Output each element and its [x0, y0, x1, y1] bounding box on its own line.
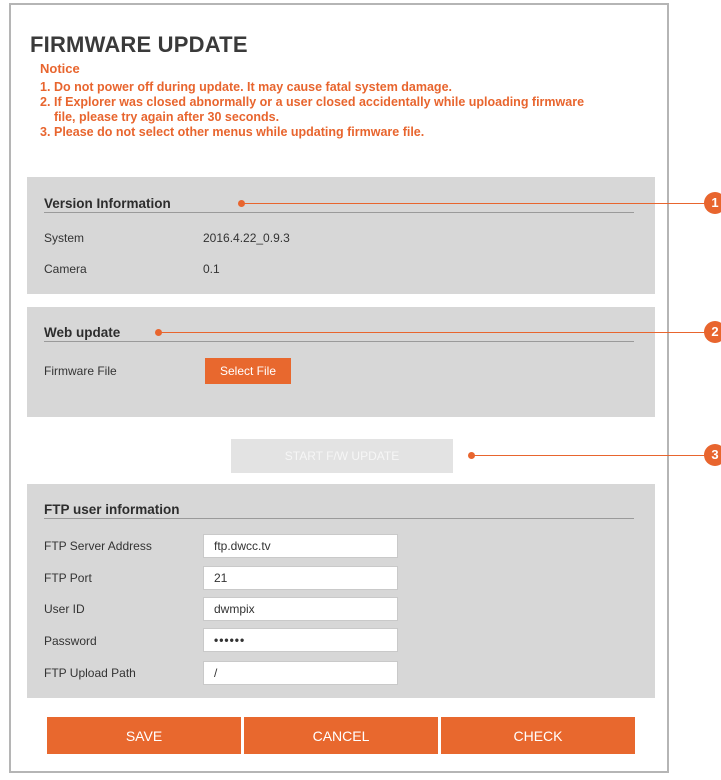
- start-fw-update-button[interactable]: START F/W UPDATE: [231, 439, 453, 473]
- ftp-port-label: FTP Port: [44, 571, 92, 585]
- section-divider: [44, 518, 634, 519]
- password-label: Password: [44, 634, 97, 648]
- page-title: FIRMWARE UPDATE: [30, 32, 248, 57]
- ftp-upload-path-label: FTP Upload Path: [44, 666, 136, 680]
- notice-item-text: Please do not select other menus while u…: [54, 125, 425, 139]
- user-id-input[interactable]: dwmpix: [203, 597, 398, 621]
- ftp-upload-path-input[interactable]: /: [203, 661, 398, 685]
- version-info-panel: [27, 177, 655, 294]
- user-id-label: User ID: [44, 602, 85, 616]
- camera-version-value: 0.1: [203, 262, 220, 276]
- select-file-button[interactable]: Select File: [205, 358, 291, 384]
- notice-item-text: Do not power off during update. It may c…: [54, 80, 452, 94]
- callout-line: [474, 455, 710, 456]
- cancel-button[interactable]: CANCEL: [244, 717, 438, 754]
- web-update-panel: [27, 307, 655, 417]
- version-info-title: Version Information: [44, 196, 171, 211]
- callout-line: [161, 332, 710, 333]
- firmware-file-label: Firmware File: [44, 364, 117, 378]
- section-divider: [44, 212, 634, 213]
- notice-title: Notice: [40, 61, 80, 76]
- camera-version-label: Camera: [44, 262, 87, 276]
- notice-item: 1. Do not power off during update. It ma…: [40, 80, 600, 95]
- section-divider: [44, 341, 634, 342]
- notice-item-number: 2.: [40, 95, 51, 109]
- password-input[interactable]: ••••••: [203, 628, 398, 652]
- notice-item: 3. Please do not select other menus whil…: [40, 125, 600, 140]
- notice-item-text: If Explorer was closed abnormally or a u…: [54, 95, 585, 124]
- notice-item-number: 1.: [40, 80, 51, 94]
- notice-item: 2. If Explorer was closed abnormally or …: [40, 95, 600, 125]
- callout-line: [244, 203, 710, 204]
- callout-badge-3: 3: [704, 444, 721, 466]
- ftp-port-input[interactable]: 21: [203, 566, 398, 590]
- callout-badge-1: 1: [704, 192, 721, 214]
- notice-list: 1. Do not power off during update. It ma…: [40, 80, 600, 140]
- ftp-server-address-input[interactable]: ftp.dwcc.tv: [203, 534, 398, 558]
- web-update-title: Web update: [44, 325, 121, 340]
- ftp-server-address-label: FTP Server Address: [44, 539, 152, 553]
- notice-item-number: 3.: [40, 125, 51, 139]
- system-version-value: 2016.4.22_0.9.3: [203, 231, 290, 245]
- ftp-info-title: FTP user information: [44, 502, 180, 517]
- system-version-label: System: [44, 231, 85, 245]
- save-button[interactable]: SAVE: [47, 717, 241, 754]
- check-button[interactable]: CHECK: [441, 717, 635, 754]
- callout-badge-2: 2: [704, 321, 721, 343]
